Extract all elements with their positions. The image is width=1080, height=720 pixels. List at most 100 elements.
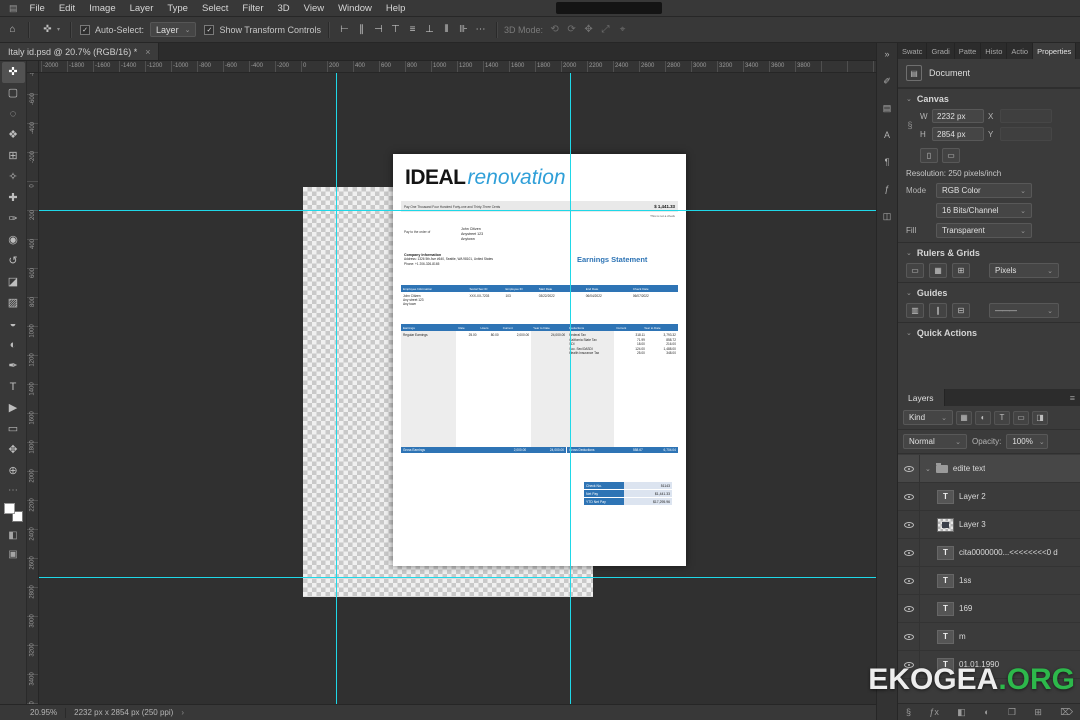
canvas-area[interactable]: IDEALrenovation Pay One Thousand Four Hu… — [39, 73, 876, 704]
close-tab-icon[interactable]: × — [145, 47, 150, 57]
lasso-tool[interactable]: ◌ — [2, 104, 25, 125]
character-panel-icon[interactable]: A — [879, 127, 896, 143]
filter-adjustment-layers-icon[interactable]: ◐ — [975, 411, 991, 425]
more-align-options-icon[interactable]: ⋯ — [472, 21, 489, 39]
layer-row[interactable]: ⌄ edite text — [898, 455, 1080, 483]
swatches-panel-icon[interactable]: ▤ — [879, 100, 896, 116]
healing-brush-tool[interactable]: ✚ — [2, 188, 25, 209]
layer-mask-icon[interactable]: ◧ — [957, 707, 966, 718]
align-bottom-icon[interactable]: ⊥ — [421, 21, 438, 39]
edit-toolbar-icon[interactable]: ⋯ — [8, 485, 18, 496]
glyphs-panel-icon[interactable]: ƒ — [879, 181, 896, 197]
bit-depth-dropdown[interactable]: 16 Bits/Channel ⌄ — [936, 203, 1032, 218]
clone-stamp-tool[interactable]: ◉ — [2, 230, 25, 251]
panel-tab[interactable]: Patte — [955, 43, 982, 59]
layer-thumbnail[interactable]: T — [937, 574, 954, 588]
horizontal-guide[interactable] — [39, 577, 876, 578]
quick-actions-header[interactable]: ⌄ Quick Actions — [906, 328, 1073, 338]
path-selection-tool[interactable]: ▶ — [2, 398, 25, 419]
panel-tab[interactable]: Actio — [1007, 43, 1033, 59]
gradient-tool[interactable]: ▨ — [2, 293, 25, 314]
layer-visibility-toggle[interactable] — [898, 455, 920, 482]
ruler-icon[interactable]: ▭ — [906, 263, 924, 278]
panel-tab[interactable]: Histo — [981, 43, 1007, 59]
guides-header[interactable]: ⌄ Guides — [906, 288, 1073, 298]
screen-mode-icon[interactable]: ▣ — [8, 549, 17, 560]
filter-pixel-layers-icon[interactable]: ▦ — [956, 411, 972, 425]
home-icon[interactable]: ⌂ — [4, 21, 21, 39]
grid-icon[interactable]: ▦ — [929, 263, 947, 278]
3d-roll-icon[interactable]: ⟳ — [563, 21, 580, 39]
crop-tool[interactable]: ⊞ — [2, 146, 25, 167]
marquee-tool[interactable]: ▢ — [2, 83, 25, 104]
eraser-tool[interactable]: ◪ — [2, 272, 25, 293]
menu-item[interactable]: Select — [195, 3, 235, 14]
landscape-orientation-button[interactable]: ▭ — [942, 148, 960, 163]
layer-thumbnail[interactable]: T — [937, 490, 954, 504]
paragraph-panel-icon[interactable]: ¶ — [879, 154, 896, 170]
document-tab[interactable]: Italy id.psd @ 20.7% (RGB/16) * × — [0, 43, 159, 60]
vertical-guide[interactable] — [336, 73, 337, 704]
vertical-ruler[interactable]: -800-600-400-200020040060080010001200140… — [27, 73, 39, 704]
new-group-icon[interactable]: ❐ — [1008, 707, 1016, 718]
show-transform-controls-checkbox[interactable]: ✓ — [204, 25, 214, 35]
delete-layer-icon[interactable]: ⌦ — [1060, 707, 1073, 718]
horizontal-guide[interactable] — [39, 210, 876, 211]
link-dimensions-icon[interactable]: § — [906, 109, 914, 141]
panel-menu-icon[interactable]: ≡ — [1070, 393, 1075, 403]
canvas-section-header[interactable]: ⌄ Canvas — [906, 94, 1073, 104]
auto-select-checkbox[interactable]: ✓ — [80, 25, 90, 35]
brush-settings-panel-icon[interactable]: ✐ — [879, 73, 896, 89]
rulers-grids-header[interactable]: ⌄ Rulers & Grids — [906, 248, 1073, 258]
align-middle-icon[interactable]: ≡ — [404, 21, 421, 39]
layer-row[interactable]: ⌄ T Layer 2 — [898, 483, 1080, 511]
color-mode-dropdown[interactable]: RGB Color ⌄ — [936, 183, 1032, 198]
guide-layout-icon[interactable]: ∥ — [929, 303, 947, 318]
new-adjustment-layer-icon[interactable]: ◐ — [984, 707, 989, 717]
clear-guides-icon[interactable]: ⊟ — [952, 303, 970, 318]
menu-item[interactable]: File — [23, 3, 52, 14]
foreground-color-swatch[interactable] — [4, 503, 15, 514]
align-top-icon[interactable]: ⊤ — [387, 21, 404, 39]
width-field[interactable]: 2232 px — [932, 109, 984, 123]
layer-visibility-toggle[interactable] — [898, 623, 920, 650]
type-tool[interactable]: T — [2, 377, 25, 398]
3d-rotate-icon[interactable]: ⟲ — [546, 21, 563, 39]
panel-tab[interactable]: Swatc — [898, 43, 927, 59]
distribute-horizontal-icon[interactable]: ⫴ — [438, 21, 455, 39]
auto-select-target-dropdown[interactable]: Layer ⌄ — [150, 22, 196, 37]
zoom-level-field[interactable]: 20.95% — [30, 708, 57, 717]
guide-style-dropdown[interactable]: ——— ⌄ — [989, 303, 1059, 318]
link-layers-icon[interactable]: § — [906, 707, 911, 717]
new-layer-icon[interactable]: ⊞ — [1034, 707, 1042, 718]
distribute-vertical-icon[interactable]: ⊪ — [455, 21, 472, 39]
menu-item[interactable]: View — [297, 3, 331, 14]
blur-tool[interactable]: ◒ — [2, 314, 25, 335]
menu-item[interactable]: Layer — [123, 3, 161, 14]
menu-item[interactable]: Type — [160, 3, 195, 14]
align-left-icon[interactable]: ⊢ — [336, 21, 353, 39]
canvas-fill-dropdown[interactable]: Transparent ⌄ — [936, 223, 1032, 238]
dodge-tool[interactable]: ◐ — [2, 335, 25, 356]
menu-item[interactable]: Help — [379, 3, 413, 14]
status-options-icon[interactable]: › — [181, 708, 184, 717]
layer-row[interactable]: ⌄ Layer 3 — [898, 511, 1080, 539]
shape-tool[interactable]: ▭ — [2, 419, 25, 440]
layer-row[interactable]: ⌄ T 1ss — [898, 567, 1080, 595]
history-brush-tool[interactable]: ↺ — [2, 251, 25, 272]
3d-scale-icon[interactable]: ⌖ — [614, 21, 631, 39]
align-right-icon[interactable]: ⊣ — [370, 21, 387, 39]
panel-tab[interactable]: Properties — [1033, 43, 1076, 59]
layer-visibility-toggle[interactable] — [898, 483, 920, 510]
layer-thumbnail[interactable]: T — [937, 630, 954, 644]
quick-mask-icon[interactable]: ◧ — [8, 530, 17, 541]
layer-visibility-toggle[interactable] — [898, 567, 920, 594]
layer-row[interactable]: ⌄ T cita0000000...<<<<<<<<0 d — [898, 539, 1080, 567]
layer-thumbnail[interactable]: T — [937, 602, 954, 616]
eyedropper-tool[interactable]: ✧ — [2, 167, 25, 188]
expand-group-icon[interactable]: ⌄ — [925, 465, 931, 473]
hand-tool[interactable]: ✥ — [2, 440, 25, 461]
layer-row[interactable]: ⌄ T 169 — [898, 595, 1080, 623]
collapse-panels-icon[interactable]: » — [879, 46, 896, 62]
filter-type-layers-icon[interactable]: T — [994, 411, 1010, 425]
